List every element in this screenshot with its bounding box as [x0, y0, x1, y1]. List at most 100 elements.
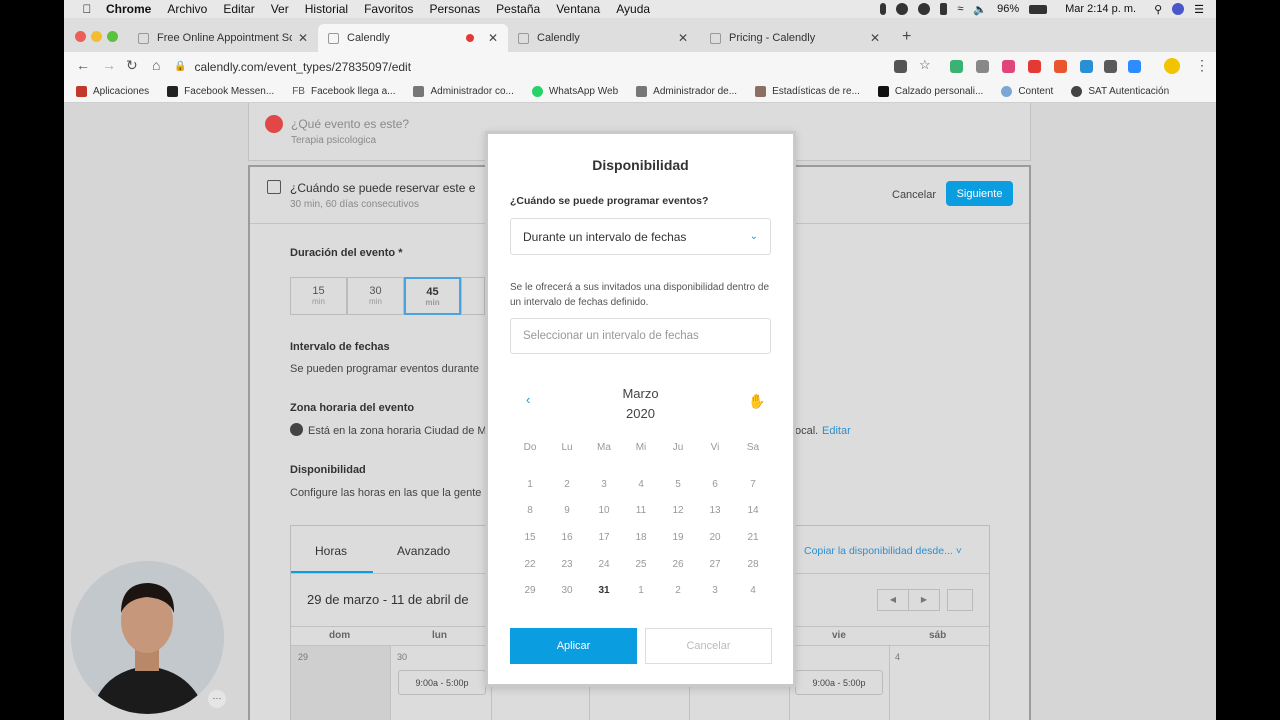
lock-icon[interactable]: 🔒	[174, 61, 186, 72]
menu-historial[interactable]: Historial	[305, 2, 348, 16]
menu-pestana[interactable]: Pestaña	[496, 2, 540, 16]
calendar-day[interactable]: 29	[515, 585, 545, 596]
calendar-day[interactable]: 23	[552, 559, 582, 570]
notification-center-icon[interactable]: ☰	[1194, 3, 1204, 16]
bookmark-star-icon[interactable]: ☆	[919, 57, 931, 73]
close-window-button[interactable]	[75, 31, 86, 42]
calendar-day[interactable]: 2	[552, 479, 582, 490]
extension-3-icon[interactable]	[1002, 60, 1015, 73]
calendar-day[interactable]: 31	[589, 585, 619, 596]
bookmark-facebook-llega[interactable]: FB Facebook llega a...	[292, 86, 395, 97]
close-tab-icon[interactable]: ✕	[298, 31, 308, 45]
prev-week-button[interactable]: ◀	[877, 589, 909, 611]
webcam-more-button[interactable]: ⋯	[208, 690, 226, 708]
calendar-day[interactable]: 30	[552, 585, 582, 596]
camera-icon[interactable]	[894, 60, 907, 73]
cancel-link[interactable]: Cancelar	[892, 189, 936, 201]
bookmark-content[interactable]: Content	[1001, 86, 1053, 97]
date-range-input[interactable]: Seleccionar un intervalo de fechas	[510, 318, 771, 354]
menu-editar[interactable]: Editar	[223, 2, 254, 16]
bookmark-facebook-messenger[interactable]: Facebook Messen...	[167, 86, 274, 97]
more-menu-icon[interactable]: ⋮	[1195, 57, 1209, 74]
new-tab-icon[interactable]: +	[902, 28, 911, 46]
calendar-day[interactable]: 25	[626, 559, 656, 570]
calendar-day[interactable]: 21	[738, 532, 768, 543]
calendar-day[interactable]: 16	[552, 532, 582, 543]
address-bar[interactable]: 🔒 calendly.com/event_types/27835097/edit	[174, 55, 984, 78]
back-icon[interactable]: ←	[76, 57, 90, 73]
volume-icon[interactable]: 🔈	[973, 3, 987, 16]
minimize-window-button[interactable]	[91, 31, 102, 42]
calendar-day[interactable]: 24	[589, 559, 619, 570]
calendar-day[interactable]: 6	[700, 479, 730, 490]
calendar-day[interactable]: 7	[738, 479, 768, 490]
calendar-picker-icon[interactable]	[947, 589, 973, 611]
forward-icon[interactable]: →	[102, 57, 116, 73]
extension-6-icon[interactable]	[1080, 60, 1093, 73]
calendar-day[interactable]: 27	[700, 559, 730, 570]
calendar-day[interactable]: 18	[626, 532, 656, 543]
zoom-extension-icon[interactable]	[1128, 60, 1141, 73]
bluetooth-icon[interactable]	[940, 3, 948, 15]
extension-1-icon[interactable]	[950, 60, 963, 73]
battery-icon[interactable]	[1029, 4, 1048, 14]
calendar-day[interactable]: 10	[589, 505, 619, 516]
calendar-day[interactable]: 20	[700, 532, 730, 543]
reload-icon[interactable]: ↻	[126, 57, 138, 74]
extension-5-icon[interactable]	[1054, 60, 1067, 73]
menu-personas[interactable]: Personas	[429, 2, 480, 16]
apply-button[interactable]: Aplicar	[510, 628, 637, 664]
calendar-day[interactable]: 9	[552, 505, 582, 516]
calendar-day[interactable]: 19	[663, 532, 693, 543]
calendar-day[interactable]: 13	[700, 505, 730, 516]
mic-icon[interactable]	[880, 3, 887, 15]
calendar-day[interactable]: 1	[626, 585, 656, 596]
spotlight-icon[interactable]: ⚲	[1154, 3, 1162, 16]
menu-favoritos[interactable]: Favoritos	[364, 2, 413, 16]
calendar-day[interactable]: 12	[663, 505, 693, 516]
wifi-icon[interactable]: ≈	[957, 3, 963, 15]
tab-hours[interactable]: Horas	[315, 544, 347, 558]
duration-15[interactable]: 15 min	[290, 277, 347, 315]
calendar-day[interactable]: 3	[700, 585, 730, 596]
duration-30[interactable]: 30 min	[347, 277, 404, 315]
vpn-icon[interactable]	[896, 3, 909, 15]
extension-2-icon[interactable]	[976, 60, 989, 73]
menu-ver[interactable]: Ver	[271, 2, 289, 16]
schedule-type-select[interactable]: Durante un intervalo de fechas ⌄	[510, 218, 771, 255]
tab-advanced[interactable]: Avanzado	[397, 544, 450, 558]
tab-calendly-active[interactable]: Calendly ✕	[318, 24, 508, 52]
calendar-day[interactable]: 28	[738, 559, 768, 570]
apple-icon[interactable]: 	[76, 2, 98, 16]
facebook-extension-icon[interactable]	[1104, 60, 1117, 73]
close-tab-icon[interactable]: ✕	[678, 31, 688, 45]
calendar-day[interactable]: 22	[515, 559, 545, 570]
calendar-day[interactable]: 26	[663, 559, 693, 570]
bookmark-administrador-co[interactable]: Administrador co...	[413, 86, 514, 97]
copy-availability-link[interactable]: Copiar la disponibilidad desde... ˅	[804, 545, 962, 557]
duration-more[interactable]	[461, 277, 485, 315]
bookmark-administrador-de[interactable]: Administrador de...	[636, 86, 737, 97]
home-icon[interactable]: ⌂	[152, 57, 160, 73]
menu-ventana[interactable]: Ventana	[556, 2, 600, 16]
close-tab-icon[interactable]: ✕	[488, 31, 498, 45]
calendar-day[interactable]: 4	[738, 585, 768, 596]
cancel-button[interactable]: Cancelar	[645, 628, 772, 664]
clock[interactable]: Mar 2:14 p. m.	[1065, 3, 1136, 15]
calendar-day[interactable]: 3	[589, 479, 619, 490]
time-slot-lun[interactable]: 9:00a - 5:00p	[398, 670, 486, 695]
calendar-day[interactable]: 1	[515, 479, 545, 490]
menu-archivo[interactable]: Archivo	[167, 2, 207, 16]
timezone-edit-link[interactable]: Editar	[822, 425, 851, 437]
bookmark-whatsapp[interactable]: WhatsApp Web	[531, 86, 618, 97]
calendar-day[interactable]: 17	[589, 532, 619, 543]
close-tab-icon[interactable]: ✕	[870, 31, 880, 45]
siri-icon[interactable]	[1172, 3, 1185, 15]
calendar-day[interactable]: 4	[626, 479, 656, 490]
extension-4-icon[interactable]	[1028, 60, 1041, 73]
calendar-day[interactable]: 2	[663, 585, 693, 596]
screen-record-icon[interactable]	[918, 3, 931, 15]
calendar-day[interactable]: 5	[663, 479, 693, 490]
time-slot-vie[interactable]: 9:00a - 5:00p	[795, 670, 883, 695]
menu-ayuda[interactable]: Ayuda	[616, 2, 650, 16]
